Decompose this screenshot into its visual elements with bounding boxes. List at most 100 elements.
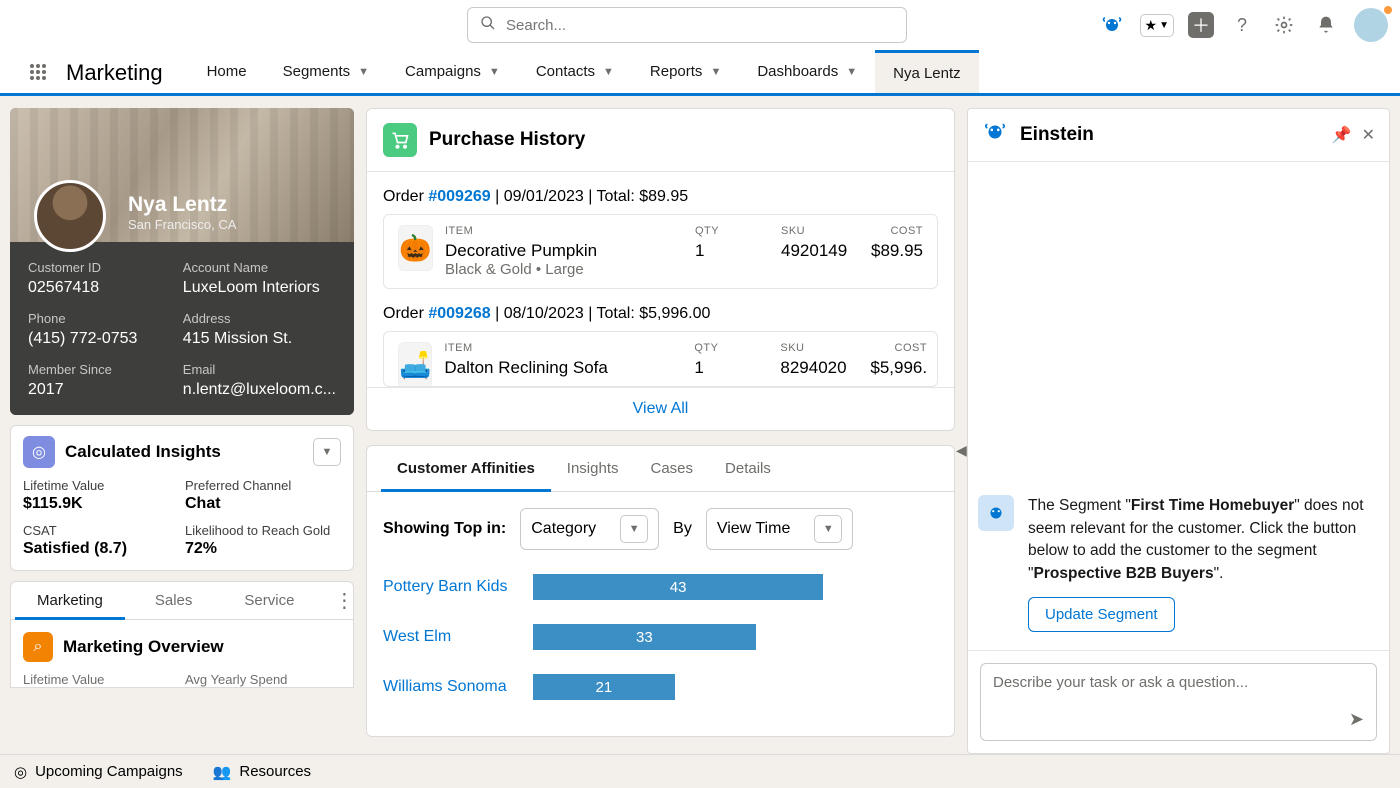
pin-icon[interactable]: 📌 bbox=[1332, 125, 1352, 145]
tab-details[interactable]: Details bbox=[709, 446, 787, 491]
item-sku: 4920149 bbox=[781, 241, 871, 261]
order-number-link[interactable]: #009269 bbox=[428, 188, 490, 205]
value-pref-channel: Chat bbox=[185, 495, 341, 513]
col-cost: COST bbox=[870, 342, 927, 354]
setup-gear-icon[interactable] bbox=[1270, 11, 1298, 39]
mini-tab-sales[interactable]: Sales bbox=[129, 582, 219, 619]
label-account-name: Account Name bbox=[183, 260, 336, 275]
item-cost: $5,996. bbox=[870, 358, 927, 378]
purchase-history-title: Purchase History bbox=[429, 129, 585, 151]
search-input[interactable] bbox=[506, 17, 894, 34]
select-category[interactable]: Category▼ bbox=[520, 508, 659, 550]
footer-resources[interactable]: 👥 Resources bbox=[213, 763, 311, 781]
mini-tab-marketing[interactable]: Marketing bbox=[11, 582, 129, 619]
footer-upcoming-campaigns[interactable]: ◎ Upcoming Campaigns bbox=[14, 763, 183, 781]
calculated-insights-card: ◎ Calculated Insights ▼ Lifetime Value$1… bbox=[10, 425, 354, 571]
label-phone: Phone bbox=[28, 311, 173, 326]
item-name: Decorative Pumpkin bbox=[445, 241, 695, 261]
label-csat: CSAT bbox=[23, 523, 179, 538]
profile-card: Nya Lentz San Francisco, CA Customer ID0… bbox=[10, 108, 354, 415]
profile-hero: Nya Lentz San Francisco, CA bbox=[10, 108, 354, 242]
nav-segments[interactable]: Segments▼ bbox=[265, 50, 387, 93]
nav-home[interactable]: Home bbox=[189, 50, 265, 93]
target-icon: ◎ bbox=[14, 763, 27, 781]
add-button[interactable]: ＋ bbox=[1188, 12, 1214, 38]
item-name: Dalton Reclining Sofa bbox=[444, 358, 694, 378]
einstein-message: The Segment "First Time Homebuyer" does … bbox=[1028, 495, 1373, 632]
einstein-title: Einstein bbox=[1020, 124, 1320, 146]
notifications-icon[interactable] bbox=[1312, 11, 1340, 39]
nav-dashboards[interactable]: Dashboards▼ bbox=[739, 50, 875, 93]
chevron-down-icon: ▼ bbox=[846, 66, 857, 78]
nav-campaigns[interactable]: Campaigns▼ bbox=[387, 50, 518, 93]
order-item-row: 🎃 ITEMDecorative PumpkinBlack & Gold • L… bbox=[383, 214, 938, 289]
expand-handle[interactable]: ◀ bbox=[956, 442, 967, 459]
order-item-row: 🛋️ ITEMDalton Reclining Sofa QTY1 SKU829… bbox=[383, 331, 938, 387]
select-view-time[interactable]: View Time▼ bbox=[706, 508, 854, 550]
mini-tabs-container: Marketing Sales Service ⋮ ⌕ Marketing Ov… bbox=[10, 581, 354, 688]
value-gold: 72% bbox=[185, 540, 341, 558]
item-sku: 8294020 bbox=[780, 358, 870, 378]
close-icon[interactable]: ✕ bbox=[1362, 125, 1375, 145]
chevron-down-icon: ▼ bbox=[489, 66, 500, 78]
col-qty: QTY bbox=[695, 225, 781, 237]
global-search[interactable] bbox=[467, 7, 907, 43]
order-number-link[interactable]: #009268 bbox=[428, 305, 490, 322]
value-address: 415 Mission St. bbox=[183, 330, 336, 348]
label-address: Address bbox=[183, 311, 336, 326]
mini-tab-service[interactable]: Service bbox=[218, 582, 320, 619]
chevron-down-icon: ▼ bbox=[358, 66, 369, 78]
showing-label: Showing Top in: bbox=[383, 520, 506, 538]
order-header: Order #009269 | 09/01/2023 | Total: $89.… bbox=[383, 188, 938, 206]
order-header: Order #009268 | 08/10/2023 | Total: $5,9… bbox=[383, 305, 938, 323]
einstein-input[interactable]: Describe your task or ask a question... … bbox=[980, 663, 1377, 741]
nav-contacts[interactable]: Contacts▼ bbox=[518, 50, 632, 93]
update-segment-button[interactable]: Update Segment bbox=[1028, 597, 1175, 632]
label-member-since: Member Since bbox=[28, 362, 173, 377]
nav-active-record[interactable]: Nya Lentz bbox=[875, 50, 979, 93]
people-icon: 👥 bbox=[213, 763, 232, 781]
affinity-bar-row: Williams Sonoma 21 bbox=[367, 668, 954, 718]
view-all-link[interactable]: View All bbox=[633, 400, 689, 417]
tab-cases[interactable]: Cases bbox=[635, 446, 710, 491]
marketing-overview-icon: ⌕ bbox=[23, 632, 53, 662]
chevron-down-icon: ▼ bbox=[620, 515, 648, 543]
affinity-label[interactable]: West Elm bbox=[383, 628, 513, 646]
tab-insights[interactable]: Insights bbox=[551, 446, 635, 491]
marketing-overview-title: Marketing Overview bbox=[63, 637, 224, 657]
global-header: ★ ▼ ＋ ? bbox=[0, 0, 1400, 50]
label-pref-channel: Preferred Channel bbox=[185, 478, 341, 493]
by-label: By bbox=[673, 520, 692, 538]
send-icon[interactable]: ➤ bbox=[1349, 709, 1364, 730]
user-avatar[interactable] bbox=[1354, 8, 1388, 42]
chevron-down-icon: ▼ bbox=[710, 66, 721, 78]
tab-customer-affinities[interactable]: Customer Affinities bbox=[381, 446, 551, 491]
purchase-history-card: Purchase History Order #009269 | 09/01/2… bbox=[366, 108, 955, 431]
mo-label-ays: Avg Yearly Spend bbox=[185, 672, 341, 687]
einstein-panel: Einstein 📌 ✕ ◀ The Segment "First Time H… bbox=[967, 108, 1390, 754]
nav-bar: Marketing Home Segments▼ Campaigns▼ Cont… bbox=[0, 50, 1400, 96]
favorites-button[interactable]: ★ ▼ bbox=[1140, 14, 1174, 37]
item-thumbnail: 🛋️ bbox=[398, 342, 432, 387]
item-qty: 1 bbox=[694, 358, 780, 378]
cart-icon bbox=[383, 123, 417, 157]
nav-reports[interactable]: Reports▼ bbox=[632, 50, 739, 93]
insights-icon: ◎ bbox=[23, 436, 55, 468]
col-sku: SKU bbox=[781, 225, 871, 237]
app-launcher-icon[interactable] bbox=[24, 50, 52, 93]
affinity-label[interactable]: Pottery Barn Kids bbox=[383, 578, 513, 596]
col-item: ITEM bbox=[445, 225, 695, 237]
profile-location: San Francisco, CA bbox=[128, 217, 236, 232]
affinity-label[interactable]: Williams Sonoma bbox=[383, 678, 513, 696]
value-phone: (415) 772-0753 bbox=[28, 330, 173, 348]
mini-tabs-more[interactable]: ⋮ bbox=[320, 588, 368, 613]
value-email: n.lentz@luxeloom.c... bbox=[183, 381, 336, 399]
help-icon[interactable]: ? bbox=[1228, 11, 1256, 39]
label-customer-id: Customer ID bbox=[28, 260, 173, 275]
insights-dropdown[interactable]: ▼ bbox=[313, 438, 341, 466]
value-ltv: $115.9K bbox=[23, 495, 179, 513]
profile-name: Nya Lentz bbox=[128, 193, 236, 217]
einstein-icon[interactable] bbox=[1098, 11, 1126, 39]
utility-bar: ◎ Upcoming Campaigns 👥 Resources bbox=[0, 754, 1400, 788]
profile-avatar bbox=[34, 180, 106, 252]
